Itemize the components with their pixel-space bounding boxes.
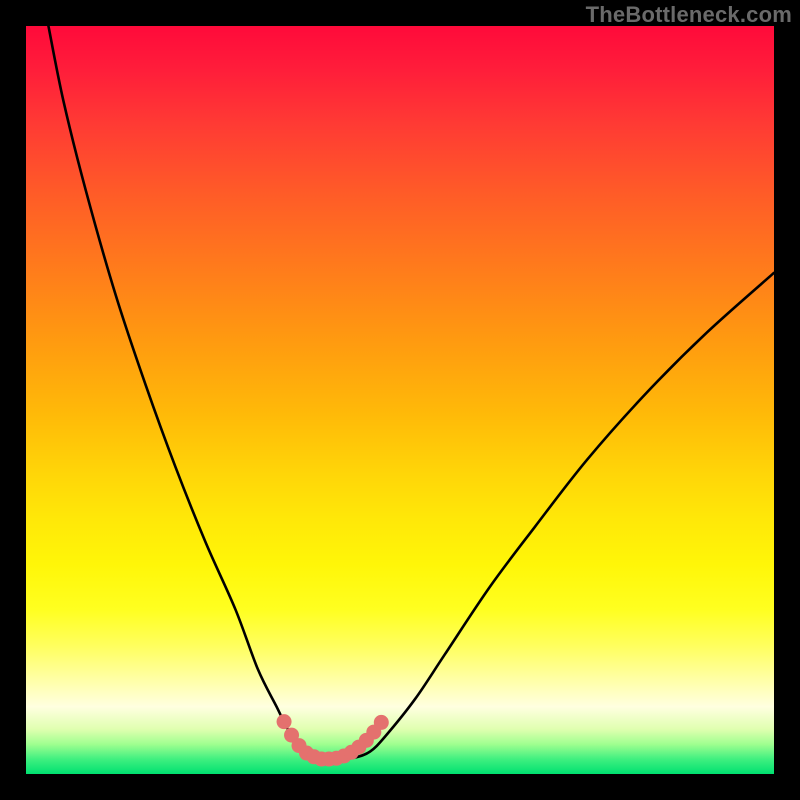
chart-svg <box>26 26 774 774</box>
plot-area <box>26 26 774 774</box>
highlight-dot <box>277 714 292 729</box>
watermark-text: TheBottleneck.com <box>586 2 792 28</box>
bottleneck-curve-path <box>48 26 774 759</box>
chart-frame: TheBottleneck.com <box>0 0 800 800</box>
highlight-dot <box>374 715 389 730</box>
bottleneck-curve <box>48 26 774 759</box>
highlight-dots <box>277 714 389 766</box>
